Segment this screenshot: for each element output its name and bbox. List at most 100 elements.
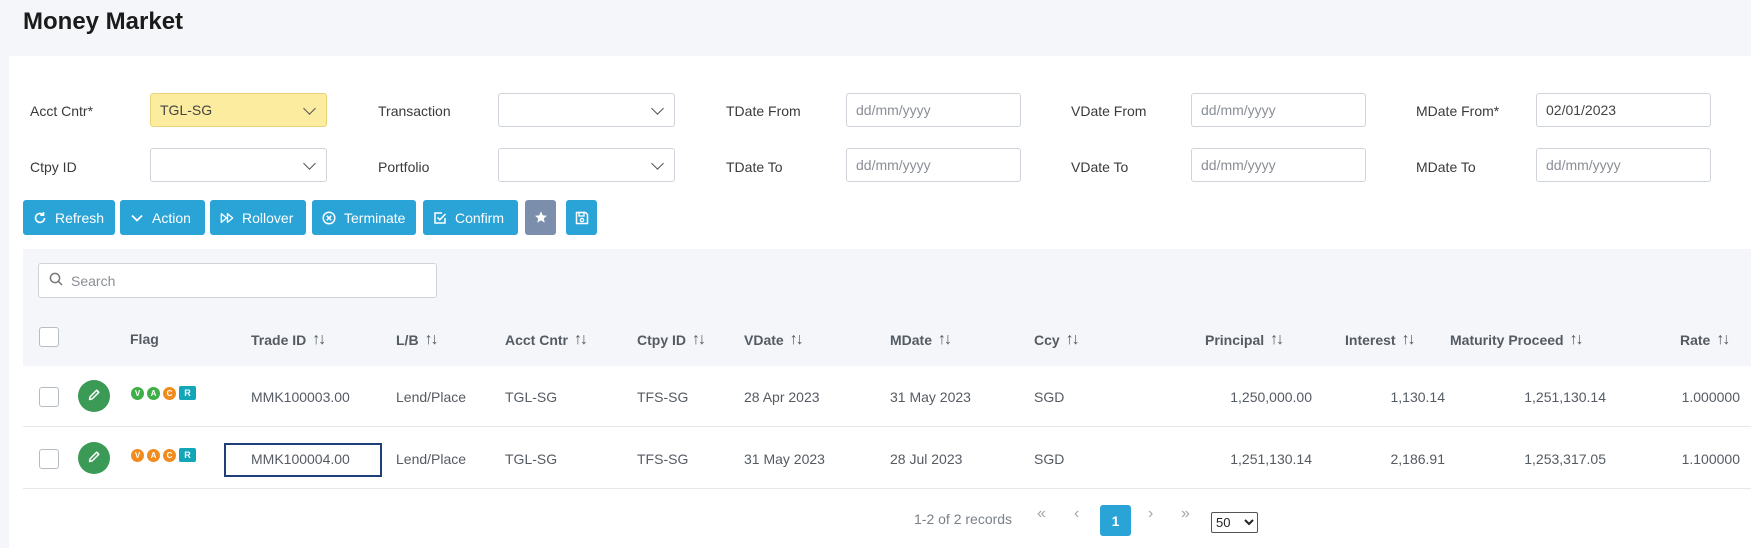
search-input[interactable] (71, 272, 401, 289)
col-header-rate[interactable]: Rate ↑↓ (1680, 331, 1730, 349)
col-header-trade-id[interactable]: Trade ID ↑↓ (251, 331, 326, 349)
page-title: Money Market (23, 8, 184, 35)
acct-cntr-value: TGL-SG (160, 102, 213, 118)
search-icon (49, 272, 63, 289)
ctpy-id-cell: TFS-SG (637, 451, 689, 467)
pencil-icon (87, 450, 101, 467)
sort-icon: ↑↓ (1716, 331, 1730, 348)
flag-a-icon: A (147, 448, 160, 462)
col-header-acct-cntr-label: Acct Cntr (505, 332, 569, 348)
vdate-from-label: VDate From (1071, 103, 1147, 119)
page-1-button[interactable]: 1 (1100, 505, 1131, 536)
flag-v-icon: V (131, 386, 144, 400)
col-header-acct-cntr[interactable]: Acct Cntr ↑↓ (505, 331, 588, 349)
interest-cell: 2,186.91 (1390, 451, 1446, 467)
acct-cntr-cell: TGL-SG (505, 451, 558, 467)
tdate-to-input[interactable]: dd/mm/yyyy (846, 148, 1021, 182)
transaction-label: Transaction (378, 103, 451, 119)
select-all-checkbox[interactable] (39, 327, 59, 347)
vdate-from-placeholder: dd/mm/yyyy (1201, 102, 1276, 118)
trades-grid: Flag Trade ID ↑↓ L/B ↑↓ Acct Cntr ↑↓ Ctpy I… (23, 249, 1751, 548)
col-header-lb-label: L/B (396, 332, 419, 348)
edit-button[interactable] (78, 442, 110, 474)
sort-icon: ↑↓ (692, 331, 706, 348)
mdate-cell: 31 May 2023 (890, 389, 971, 405)
search-box[interactable] (38, 263, 437, 298)
refresh-icon (33, 211, 47, 225)
pagination-summary: 1-2 of 2 records (914, 511, 1013, 527)
vdate-from-input[interactable]: dd/mm/yyyy (1191, 93, 1366, 127)
vdate-to-input[interactable]: dd/mm/yyyy (1191, 148, 1366, 182)
rollover-button[interactable]: Rollover (210, 200, 306, 235)
vdate-to-label: VDate To (1071, 159, 1129, 175)
mdate-to-input[interactable]: dd/mm/yyyy (1536, 148, 1711, 182)
col-header-ccy-label: Ccy (1034, 332, 1060, 348)
flag-r-icon: R (179, 386, 196, 400)
save-icon (575, 211, 589, 225)
flag-r-icon: R (179, 448, 196, 462)
col-header-vdate[interactable]: VDate ↑↓ (744, 331, 804, 349)
trade-id-cell[interactable]: MMK100004.00 (251, 451, 350, 467)
row-checkbox[interactable] (39, 449, 59, 469)
sort-icon: ↑↓ (1270, 331, 1284, 348)
edit-button[interactable] (78, 380, 110, 412)
flag-set: V A C R (131, 386, 196, 400)
acct-cntr-select[interactable]: TGL-SG (150, 93, 327, 127)
tdate-from-input[interactable]: dd/mm/yyyy (846, 93, 1021, 127)
first-page-button[interactable]: « (1037, 505, 1046, 523)
mdate-from-label: MDate From* (1416, 103, 1500, 119)
sort-icon: ↑↓ (789, 331, 804, 348)
table-row[interactable]: V A C R MMK100003.00 Lend/Place TGL-SG T… (23, 366, 1751, 427)
terminate-button[interactable]: Terminate (312, 200, 416, 235)
favorite-button[interactable] (525, 200, 556, 235)
col-header-ctpy-id[interactable]: Ctpy ID ↑↓ (637, 331, 706, 349)
col-header-interest[interactable]: Interest ↑↓ (1345, 331, 1416, 349)
portfolio-select[interactable] (498, 148, 675, 182)
col-header-vdate-label: VDate (744, 332, 784, 348)
confirm-label: Confirm (455, 209, 505, 226)
col-header-flag: Flag (130, 331, 159, 347)
col-header-mdate-label: MDate (890, 332, 933, 348)
ctpy-id-select[interactable] (150, 148, 327, 182)
refresh-button[interactable]: Refresh (23, 200, 115, 235)
action-button[interactable]: Action (120, 200, 205, 235)
last-page-button[interactable]: » (1181, 505, 1190, 523)
col-header-principal[interactable]: Principal ↑↓ (1205, 331, 1284, 349)
grid-header: Flag Trade ID ↑↓ L/B ↑↓ Acct Cntr ↑↓ Ctpy I… (23, 249, 1751, 366)
mdate-cell: 28 Jul 2023 (890, 451, 963, 467)
portfolio-label: Portfolio (378, 159, 430, 175)
fast-forward-icon (220, 211, 234, 225)
flag-v-icon: V (131, 448, 144, 462)
col-header-mdate[interactable]: MDate ↑↓ (890, 331, 952, 349)
checkbox-check-icon (433, 211, 447, 225)
maturity-proceed-cell: 1,253,317.05 (1524, 451, 1606, 467)
mdate-from-input[interactable]: 02/01/2023 (1536, 93, 1711, 127)
transaction-select[interactable] (498, 93, 675, 127)
col-header-maturity-proceed[interactable]: Maturity Proceed ↑↓ (1450, 331, 1584, 349)
sort-icon: ↑↓ (1401, 331, 1416, 348)
tdate-to-placeholder: dd/mm/yyyy (856, 157, 931, 173)
principal-cell: 1,250,000.00 (1230, 389, 1312, 405)
tdate-to-label: TDate To (726, 159, 783, 175)
sort-icon: ↑↓ (1065, 331, 1080, 348)
col-header-ccy[interactable]: Ccy ↑↓ (1034, 331, 1080, 349)
page-size-select[interactable]: 50 (1211, 512, 1258, 533)
next-page-button[interactable]: › (1148, 505, 1153, 523)
action-label: Action (152, 209, 191, 226)
table-row[interactable]: V A C R MMK100004.00 Lend/Place TGL-SG T… (23, 428, 1751, 489)
ccy-cell: SGD (1034, 451, 1065, 467)
lb-cell: Lend/Place (396, 389, 467, 405)
row-checkbox[interactable] (39, 387, 59, 407)
tdate-from-placeholder: dd/mm/yyyy (856, 102, 931, 118)
star-icon (534, 211, 548, 225)
refresh-label: Refresh (55, 209, 105, 226)
prev-page-button[interactable]: ‹ (1074, 505, 1079, 523)
confirm-button[interactable]: Confirm (423, 200, 518, 235)
col-header-lb[interactable]: L/B ↑↓ (396, 331, 439, 349)
sort-icon: ↑↓ (574, 331, 588, 348)
save-button[interactable] (566, 200, 597, 235)
principal-cell: 1,251,130.14 (1230, 451, 1312, 467)
interest-cell: 1,130.14 (1390, 389, 1446, 405)
vdate-cell: 31 May 2023 (744, 451, 825, 467)
col-header-maturity-proceed-label: Maturity Proceed (1450, 332, 1564, 348)
